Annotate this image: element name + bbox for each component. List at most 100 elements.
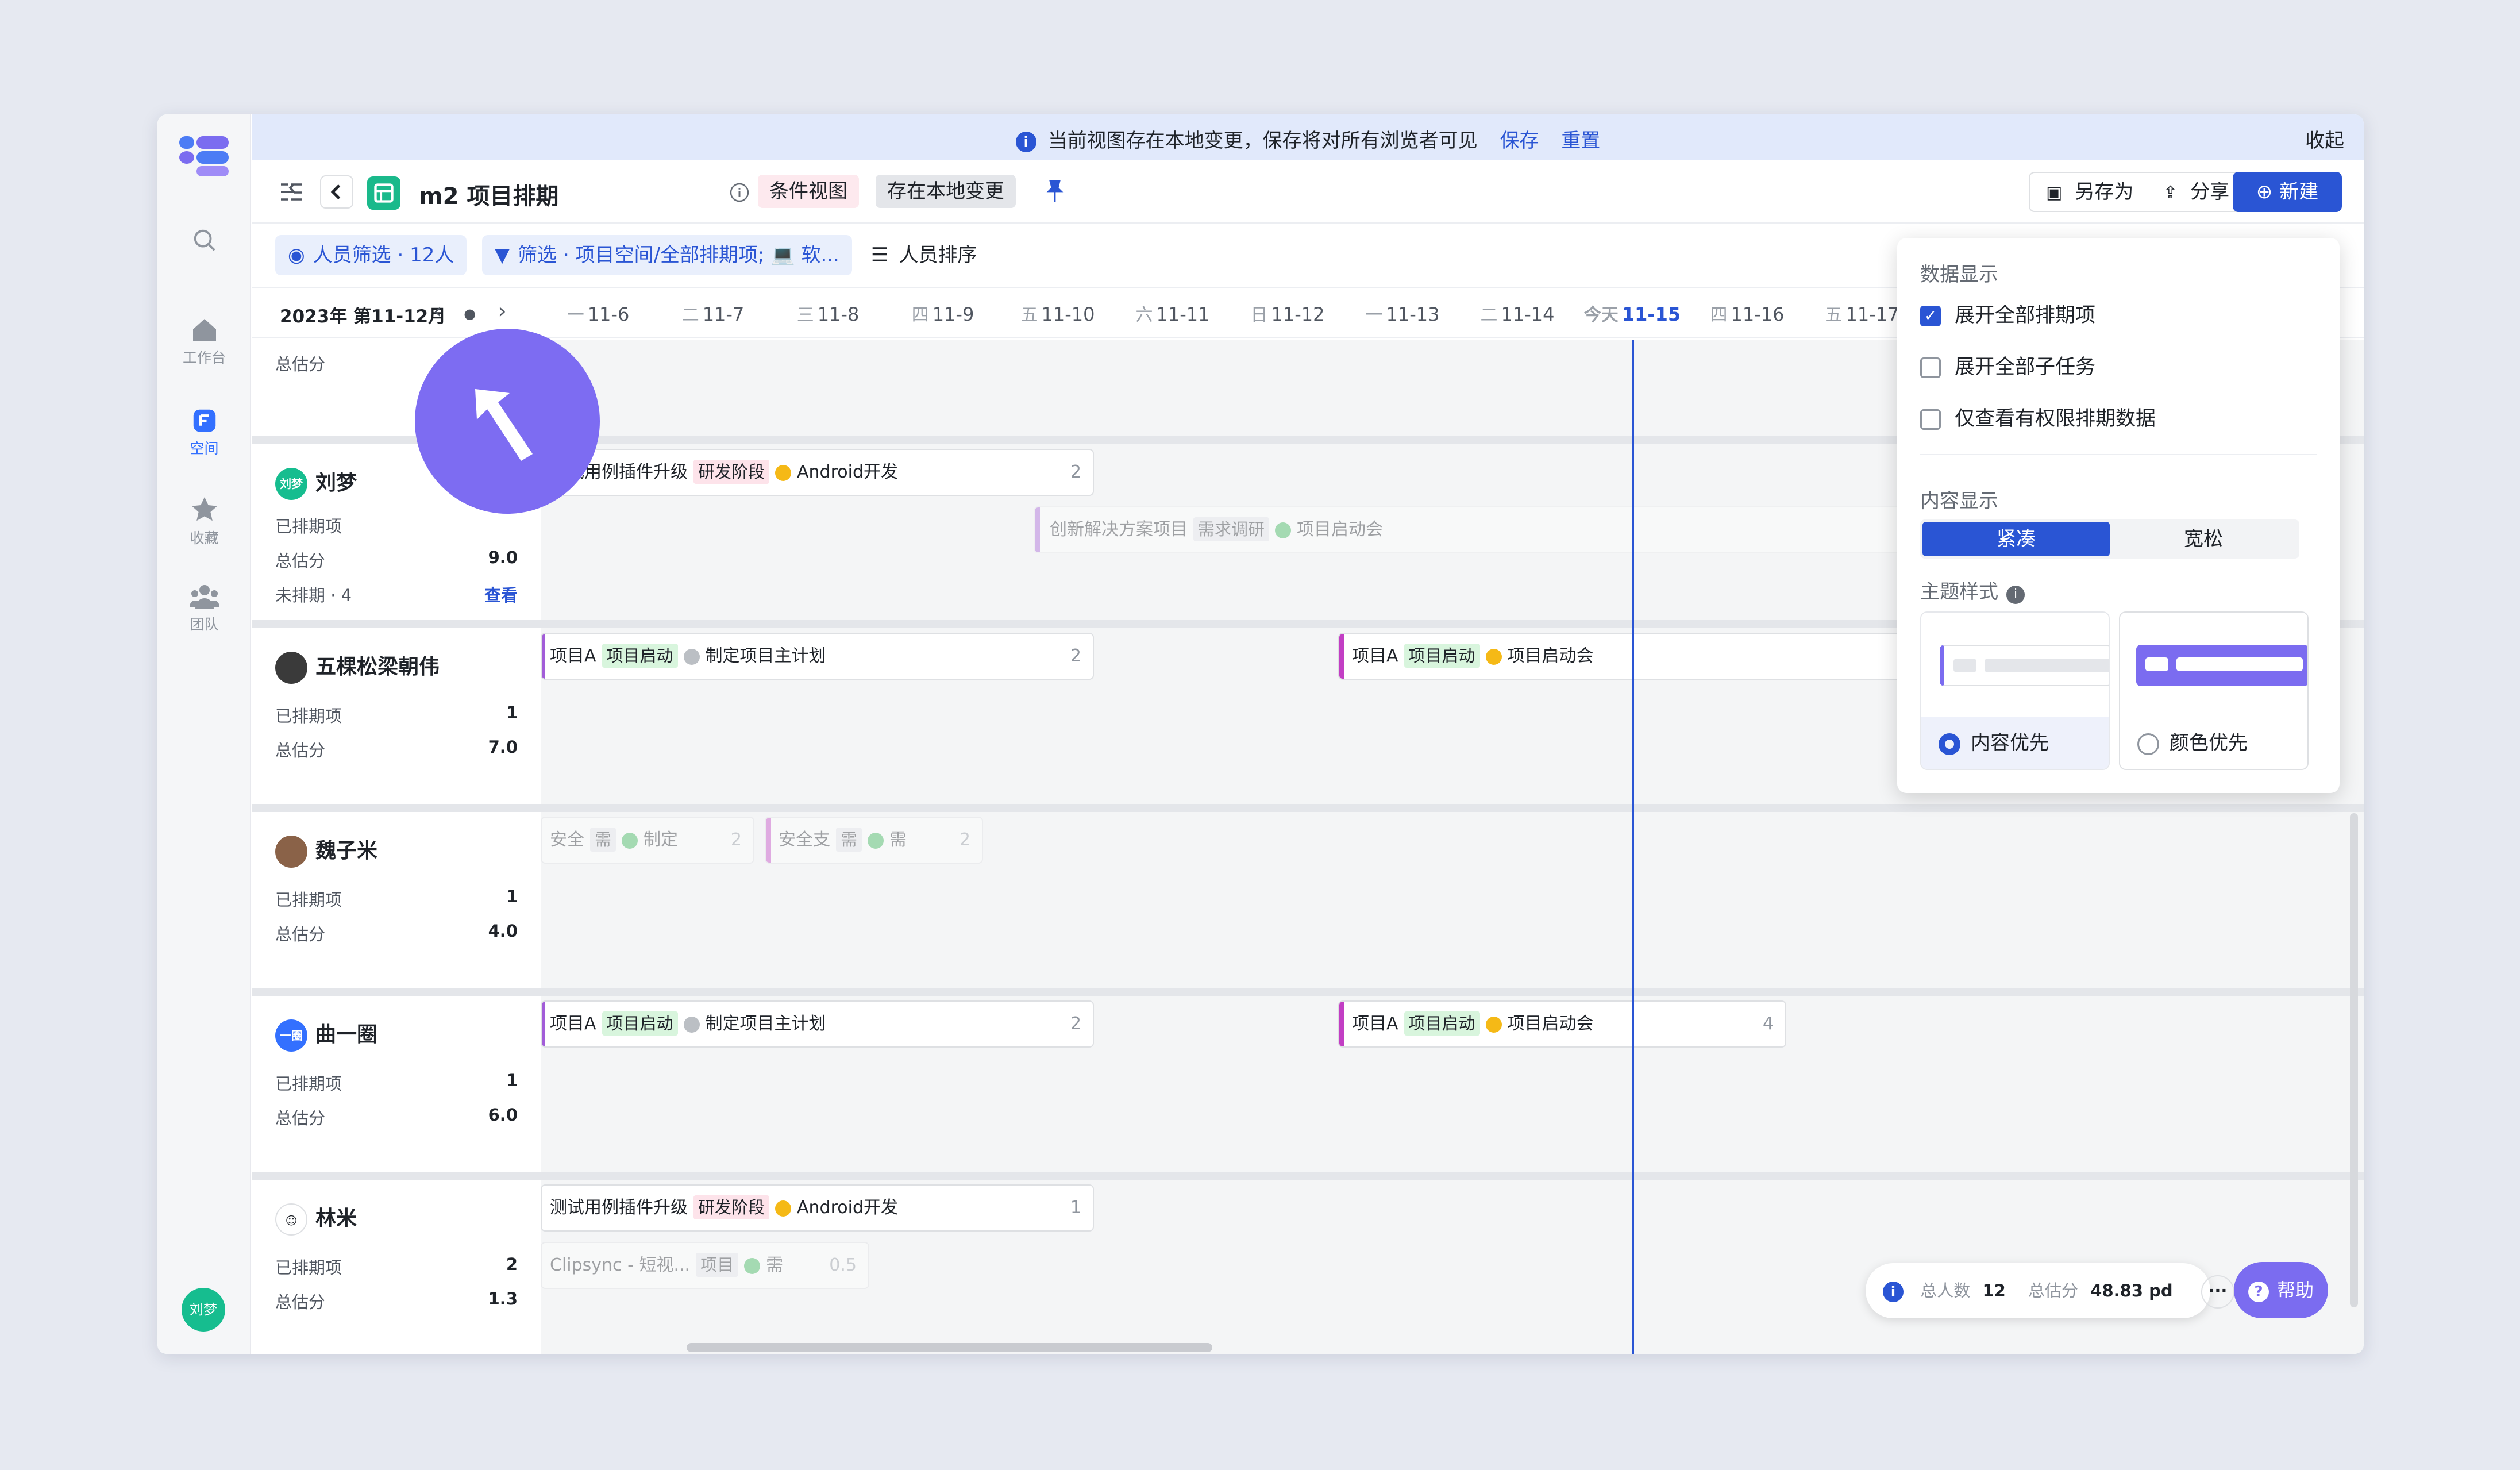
rail-item-workbench[interactable]: 工作台 (157, 317, 251, 367)
date-column-header: 五 11-10 (1020, 303, 1095, 325)
table-view-icon (367, 176, 400, 210)
chevron-left-icon (330, 184, 341, 200)
date-column-header: 四 11-9 (911, 303, 974, 325)
loose-option[interactable]: 宽松 (2110, 522, 2297, 556)
rail-label: 空间 (190, 440, 219, 457)
density-toggle: 紧凑 宽松 (1920, 519, 2299, 559)
compact-option[interactable]: 紧凑 (1922, 522, 2110, 556)
schedule-bar[interactable]: 安全需制定 2 (541, 817, 754, 864)
checkbox-icon (1920, 357, 1941, 378)
save-as-button[interactable]: ▣ 另存为 (2046, 173, 2133, 212)
rail-item-space[interactable]: 空间 (157, 409, 251, 458)
date-column-header: 二 11-14 (1480, 303, 1555, 325)
view-type-tag: 条件视图 (758, 175, 859, 208)
share-icon: ⇪ (2163, 183, 2178, 203)
info-icon[interactable]: i (2006, 586, 2025, 604)
data-display-heading: 数据显示 (1920, 263, 1998, 286)
star-icon (191, 497, 217, 521)
arrow-cursor-icon (475, 389, 533, 461)
total-score: 48.83 pd (2090, 1281, 2173, 1300)
today-line (1632, 340, 1634, 1354)
expand-all-items-checkbox[interactable]: ✓ 展开全部排期项 (1920, 299, 2095, 328)
avatar: 一圈 (275, 1019, 307, 1052)
theme-heading: 主题样式 (1920, 580, 1998, 603)
save-link[interactable]: 保存 (1500, 129, 1539, 152)
cursor-indicator (415, 329, 600, 514)
plus-circle-icon: ⊕ (2256, 180, 2273, 203)
reset-link[interactable]: 重置 (1561, 129, 1600, 152)
user-avatar[interactable]: 刘梦 (182, 1288, 225, 1332)
share-button[interactable]: ⇪ 分享 (2163, 173, 2229, 212)
schedule-bar[interactable]: 测试用例插件升级 研发阶段 Android开发 1 (541, 1184, 1094, 1232)
radio-selected-icon (1939, 733, 1960, 755)
filter-chip[interactable]: ▼ 筛选 · 项目空间/全部排期项; 💻 软... (482, 235, 852, 275)
date-column-header: 一 11-6 (567, 303, 630, 325)
schedule-bar[interactable]: 安全支需需 2 (765, 817, 983, 864)
filter-icon: ▼ (495, 244, 510, 267)
info-icon: i (1883, 1282, 1904, 1302)
back-button[interactable] (320, 175, 353, 209)
permitted-only-checkbox[interactable]: 仅查看有权限排期数据 (1920, 402, 2156, 432)
date-column-header: 三 11-8 (796, 303, 860, 325)
vertical-scrollbar[interactable] (2350, 813, 2358, 1307)
pin-icon[interactable] (1045, 180, 1065, 203)
people-sort-button[interactable]: ☰ 人员排序 (858, 235, 989, 275)
home-icon (192, 319, 216, 341)
info-icon[interactable] (729, 182, 750, 203)
checkbox-checked-icon: ✓ (1920, 306, 1941, 326)
help-button[interactable]: ? 帮助 (2234, 1262, 2328, 1318)
new-button[interactable]: ⊕ 新建 (2233, 172, 2342, 212)
view-unscheduled-link[interactable]: 查看 (484, 582, 518, 606)
divider (1920, 454, 2317, 455)
checkbox-icon (1920, 409, 1941, 430)
prev-icon[interactable]: ‹ (433, 298, 442, 324)
avatar: 刘梦 (275, 468, 307, 500)
summary-more-button[interactable]: ··· (2201, 1275, 2234, 1309)
next-icon[interactable]: › (498, 298, 506, 324)
schedule-bar[interactable]: 测试用例插件升级 研发阶段 Android开发 2 (541, 449, 1094, 496)
total-people: 12 (1982, 1281, 2006, 1300)
summary-pill: i 总人数 12 总估分 48.83 pd ··· (1866, 1263, 2234, 1318)
person-name: 魏子米 (315, 839, 378, 863)
schedule-bar[interactable]: 项目A 项目启动 制定项目主计划 2 (541, 633, 1094, 680)
person-name: 五棵松梁朝伟 (315, 655, 440, 679)
theme-color-first[interactable]: 颜色优先 (2119, 611, 2309, 770)
person-row: 一圈 曲一圈 已排期项 1 总估分 6.0 项目A 项目启动 制定项目主计划 2 项目A 项目… (252, 988, 2364, 1172)
avatar (275, 652, 307, 684)
page-title: m2 项目排期 (419, 183, 559, 210)
rail-item-team[interactable]: 团队 (157, 583, 251, 634)
user-icon: ◉ (288, 244, 305, 267)
rail-label: 工作台 (182, 349, 226, 366)
expand-subtasks-checkbox[interactable]: 展开全部子任务 (1920, 351, 2095, 380)
rail-label: 团队 (190, 616, 219, 633)
date-column-header: 四 11-16 (1710, 303, 1785, 325)
date-column-header: 今天 11-15 (1583, 303, 1681, 325)
left-rail: 工作台 空间 收藏 团队 刘梦 (157, 114, 251, 1354)
today-dot-button[interactable]: ● (464, 306, 476, 322)
person-row: 魏子米 已排期项 1 总估分 4.0 安全需制定 2 安全支需需 2 (252, 804, 2364, 988)
schedule-bar[interactable]: 项目A 项目启动 项目启动会 4 (1338, 1000, 1786, 1048)
rail-item-favorites[interactable]: 收藏 (157, 496, 251, 548)
person-name: 曲一圈 (315, 1023, 378, 1046)
space-icon (193, 409, 215, 432)
content-display-heading: 内容显示 (1920, 490, 1998, 513)
theme-content-first[interactable]: 内容优先 (1920, 611, 2110, 770)
horizontal-scrollbar[interactable] (687, 1343, 1212, 1352)
schedule-bar[interactable]: Clipsync - 短视... 项目需 0.5 (541, 1242, 869, 1289)
collapse-link[interactable]: 收起 (2305, 125, 2344, 153)
local-change-tag: 存在本地变更 (876, 175, 1016, 208)
search-icon[interactable] (157, 227, 251, 258)
toolbar: m2 项目排期 条件视图 存在本地变更 ▣另存为 ⇪分享 ··· ⊕新建 (252, 160, 2364, 224)
team-icon (189, 585, 219, 609)
local-change-banner: i 当前视图存在本地变更，保存将对所有浏览者可见 保存 重置 收起 (252, 114, 2364, 160)
date-column-header: 二 11-7 (681, 303, 745, 325)
banner-text: 当前视图存在本地变更，保存将对所有浏览者可见 (1047, 129, 1478, 152)
person-name: 刘梦 (315, 471, 357, 495)
app-logo[interactable] (179, 136, 229, 176)
date-column-header: 六 11-11 (1135, 303, 1210, 325)
schedule-bar[interactable]: 项目A 项目启动 制定项目主计划 2 (541, 1000, 1094, 1048)
people-filter-chip[interactable]: ◉ 人员筛选 · 12人 (275, 235, 467, 275)
date-column-header: 一 11-13 (1365, 303, 1440, 325)
sidebar-toggle-icon[interactable] (280, 182, 303, 202)
month-label: 2023年 第11-12月 (280, 306, 446, 327)
